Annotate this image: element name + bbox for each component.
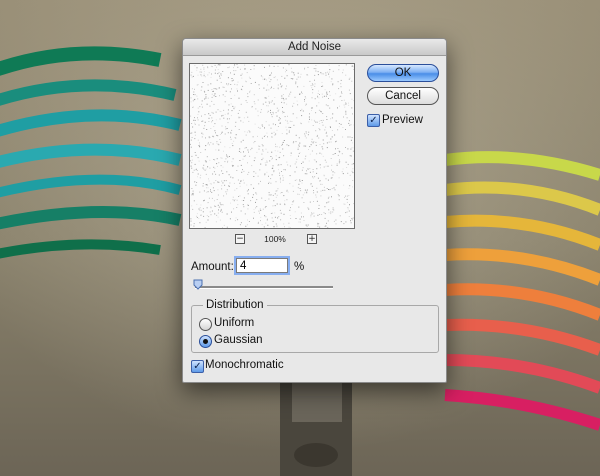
amount-slider-track[interactable]	[195, 286, 333, 289]
distribution-title: Distribution	[203, 299, 267, 311]
preview-label: Preview	[382, 114, 423, 126]
zoom-controls: − 100% +	[189, 234, 355, 246]
checkmark-icon: ✓	[193, 361, 202, 372]
amount-unit: %	[294, 261, 305, 273]
monochromatic-label: Monochromatic	[205, 359, 284, 371]
preview-checkbox[interactable]: ✓	[367, 114, 380, 127]
amount-label: Amount:	[191, 261, 234, 273]
checkmark-icon: ✓	[369, 115, 378, 126]
amount-input[interactable]	[236, 258, 288, 273]
slider-thumb-icon[interactable]	[193, 279, 203, 290]
noise-preview[interactable]	[189, 63, 355, 229]
zoom-out-button[interactable]: −	[235, 234, 245, 244]
gaussian-label: Gaussian	[214, 334, 263, 346]
ok-button[interactable]: OK	[367, 64, 439, 82]
uniform-label: Uniform	[214, 317, 255, 329]
uniform-radio[interactable]	[199, 318, 212, 331]
dialog-title: Add Noise	[183, 39, 446, 56]
monochromatic-checkbox[interactable]: ✓	[191, 360, 204, 373]
gaussian-radio[interactable]	[199, 335, 212, 348]
noise-preview-canvas	[190, 64, 354, 228]
zoom-level: 100%	[264, 234, 286, 244]
cancel-button[interactable]: Cancel	[367, 87, 439, 105]
zoom-in-button[interactable]: +	[307, 234, 317, 244]
figure-silhouette	[280, 382, 352, 476]
add-noise-dialog: Add Noise − 100% + OK Cancel ✓ Preview A…	[182, 38, 447, 383]
